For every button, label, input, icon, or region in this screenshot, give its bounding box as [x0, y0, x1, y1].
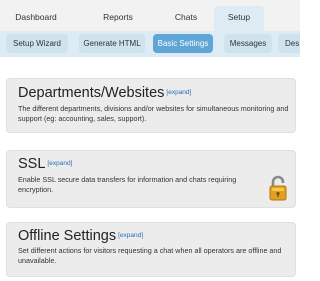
departments-title: Departments/Websites [expand]: [18, 85, 191, 101]
des-button[interactable]: Des: [278, 34, 300, 53]
setup-wizard-button[interactable]: Setup Wizard: [6, 34, 68, 53]
ssl-title-text: SSL: [18, 156, 46, 172]
tab-reports[interactable]: Reports: [90, 6, 146, 31]
setup-sub-nav: Setup Wizard Generate HTML Basic Setting…: [0, 31, 300, 57]
ssl-panel: SSL [expand] Enable SSL secure data trans…: [6, 150, 296, 208]
generate-html-button[interactable]: Generate HTML: [79, 34, 145, 53]
departments-panel: Departments/Websites [expand] The differe…: [6, 78, 296, 133]
tab-chats[interactable]: Chats: [158, 6, 214, 31]
offline-settings-title-text: Offline Settings: [18, 228, 117, 244]
departments-expand-link[interactable]: [expand]: [166, 89, 191, 96]
ssl-expand-link[interactable]: [expand]: [47, 160, 72, 167]
offline-settings-description: Set different actions for visitors reque…: [18, 246, 282, 265]
departments-title-text: Departments/Websites: [18, 85, 165, 101]
offline-settings-panel: Offline Settings [expand] Set different a…: [6, 222, 296, 277]
tab-dashboard[interactable]: Dashboard: [8, 6, 64, 31]
ssl-description: Enable SSL secure data transfers for inf…: [18, 175, 237, 194]
lock-icon: [269, 175, 287, 201]
tab-setup[interactable]: Setup: [214, 6, 264, 31]
top-tab-bar: Dashboard Reports Chats Setup: [0, 0, 300, 31]
departments-description: The different departments, divisions and…: [18, 104, 289, 123]
offline-settings-expand-link[interactable]: [expand]: [118, 232, 143, 239]
basic-settings-button[interactable]: Basic Settings: [153, 34, 213, 53]
offline-settings-title: Offline Settings [expand]: [18, 228, 143, 244]
ssl-title: SSL [expand]: [18, 156, 72, 172]
messages-button[interactable]: Messages: [224, 34, 272, 53]
